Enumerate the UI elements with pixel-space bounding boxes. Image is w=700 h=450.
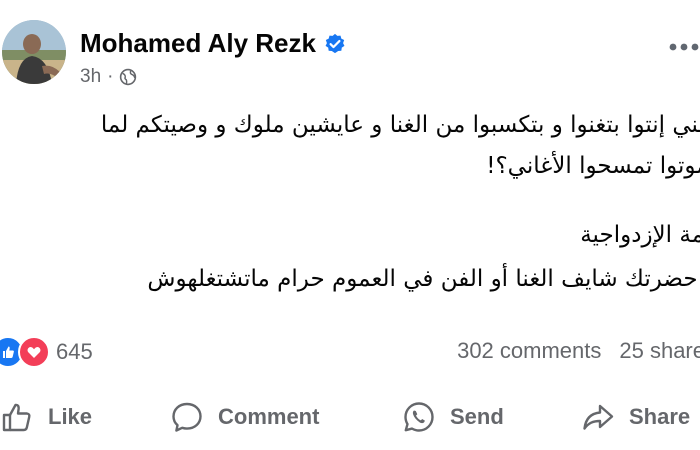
reaction-count: 645	[56, 339, 93, 364]
share-label: Share	[629, 404, 691, 429]
like-button[interactable]: Like	[0, 400, 92, 434]
whatsapp-icon	[404, 402, 434, 432]
thumbs-up-icon	[2, 403, 31, 432]
post-text-line-4: و حضرتك شايف الغنا أو الفن في العموم حرا…	[147, 266, 700, 292]
post-text-line-2: تموتوا تمسحوا الأغاني؟!	[486, 153, 700, 179]
post-time[interactable]: 3h	[80, 66, 101, 88]
verified-badge-icon	[325, 33, 345, 53]
facebook-post: Mohamed Aly Rezk 3h · يعني إنتوا بتغنوا …	[0, 0, 700, 450]
post-meta: 3h ·	[80, 66, 137, 88]
post-text-line-1: يعني إنتوا بتغنوا و بتكسبوا من الغنا و ع…	[100, 112, 700, 138]
reactions-summary[interactable]: 645	[0, 336, 93, 368]
share-button[interactable]: Share	[581, 400, 690, 434]
author-name-text[interactable]: Mohamed Aly Rezk	[80, 28, 316, 59]
avatar-photo	[2, 20, 66, 84]
comment-button[interactable]: Comment	[170, 400, 319, 434]
globe-icon[interactable]	[119, 68, 137, 86]
meta-separator: ·	[107, 66, 114, 87]
send-button[interactable]: Send	[402, 400, 504, 434]
like-label: Like	[48, 404, 93, 429]
author-name[interactable]: Mohamed Aly Rezk	[80, 28, 346, 59]
comment-bubble-icon	[172, 402, 202, 432]
more-options-icon[interactable]	[668, 26, 700, 59]
engagement-counts: 302 comments 25 shares	[457, 338, 700, 364]
send-label: Send	[450, 404, 504, 429]
comments-count[interactable]: 302 comments	[457, 338, 601, 363]
shares-count[interactable]: 25 shares	[619, 338, 700, 363]
comment-label: Comment	[218, 404, 320, 429]
love-reaction-icon	[18, 336, 50, 368]
share-arrow-icon	[583, 404, 614, 430]
post-text-line-3: قمة الإزدواجية	[580, 222, 700, 248]
avatar[interactable]	[2, 20, 66, 84]
